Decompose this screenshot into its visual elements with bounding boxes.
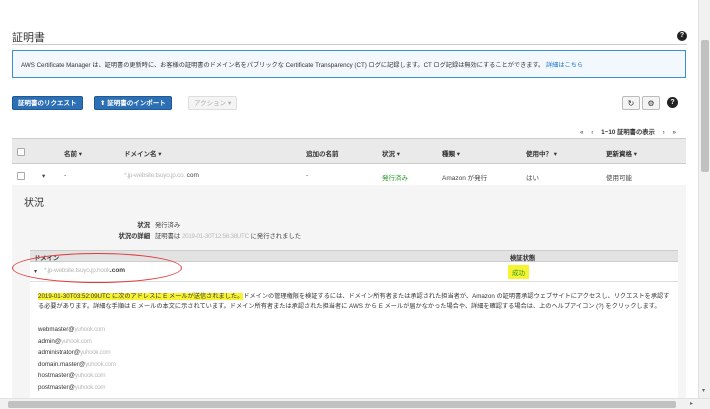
upload-icon: ⬆ — [100, 100, 106, 107]
help-icon[interactable]: ? — [677, 31, 687, 41]
col-additional-names: 追加の名前 — [306, 151, 339, 158]
learn-more-link[interactable]: 詳細はこちら — [546, 62, 583, 69]
info-text: AWS Certificate Manager は、証明書の更新時に、お客様の証… — [21, 62, 545, 69]
list-item: domain.master@yuhook.com — [38, 360, 116, 368]
annotation-ellipse — [12, 253, 182, 283]
vertical-scrollbar[interactable]: ▾ — [698, 0, 710, 398]
vertical-scroll-thumb[interactable] — [701, 40, 709, 172]
status-detail-key-wrap: 状況の詳細 — [30, 231, 150, 240]
col-in-use[interactable]: 使用中？ ▾ — [526, 148, 557, 158]
cell-additional-names: - — [306, 172, 309, 179]
cell-status: 発行済み — [382, 175, 408, 182]
col-type[interactable]: 種類 ▾ — [442, 148, 460, 158]
certificate-detail-panel: 状況 状況 発行済み 状況の詳細 証明書は 2019-01-30T12:56:3… — [12, 185, 686, 409]
table-header: 名前 ▾ ドメイン名 ▾ 追加の名前 状況 ▾ 種類 ▾ 使用中？ ▾ 更新資格… — [12, 138, 686, 164]
scroll-down-icon[interactable]: ▾ — [702, 387, 705, 394]
prev-page-button[interactable]: ‹ — [591, 129, 593, 136]
cell-name: - — [64, 172, 67, 179]
cell-domain: *.jp-website.tsuyo.jp.co. com — [124, 172, 199, 179]
first-page-button[interactable]: « — [580, 129, 584, 136]
list-item: postmaster@yuhook.com — [38, 383, 106, 391]
select-all-checkbox[interactable] — [17, 148, 25, 156]
validation-email-info: 2019-01-30T03:52:09UTC に次のアドレスに E メールが送信… — [30, 282, 678, 409]
status-detail-value: 証明書は 2019-01-30T12:56:38UTC に発行されました — [155, 231, 301, 240]
status-value: 発行済み — [155, 222, 181, 229]
col-status[interactable]: 状況 ▾ — [382, 148, 400, 158]
certificates-table: 名前 ▾ ドメイン名 ▾ 追加の名前 状況 ▾ 種類 ▾ 使用中？ ▾ 更新資格… — [12, 138, 686, 188]
detail-suffix: に発行されました — [250, 233, 301, 240]
email-sent-highlight: 2019-01-30T03:52:09UTC に次のアドレスに E メールが送信… — [38, 293, 244, 300]
col-domain[interactable]: ドメイン名 ▾ — [124, 148, 162, 158]
expand-toggle[interactable]: ▾ — [42, 172, 45, 180]
request-certificate-button[interactable]: 証明書のリクエスト — [12, 96, 83, 110]
horizontal-scroll-thumb[interactable] — [8, 401, 676, 408]
page-title: 証明書 — [12, 32, 45, 44]
col-validation-status: 検証状態 — [510, 255, 536, 262]
validation-message: 2019-01-30T03:52:09UTC に次のアドレスに E メールが送信… — [38, 292, 670, 312]
status-detail-key: 状況の詳細 — [118, 233, 150, 240]
list-item: webmaster@yuhook.com — [38, 326, 105, 333]
ct-logging-info-box: AWS Certificate Manager は、証明書の更新時に、お客様の証… — [12, 50, 686, 78]
settings-icon[interactable]: ⚙ — [642, 96, 660, 110]
next-page-button[interactable]: › — [663, 129, 665, 136]
validation-status-badge: 成功 — [508, 265, 529, 279]
cell-in-use: はい — [526, 175, 539, 182]
certificates-page: 証明書 ? AWS Certificate Manager は、証明書の更新時に… — [0, 0, 698, 409]
toolbar: 証明書のリクエスト ⬆ 証明書のインポート アクション ▾ ↻ ⚙ ? — [12, 96, 686, 110]
col-name[interactable]: 名前 ▾ — [64, 148, 82, 158]
row-checkbox[interactable] — [17, 172, 25, 180]
pagination: « ‹ 1~10 証明書の表示 › » — [574, 127, 676, 136]
status-key-wrap: 状況 — [30, 220, 150, 229]
email-list: webmaster@yuhook.com admin@yuhook.com ad… — [38, 324, 670, 393]
status-section-title: 状況 — [24, 198, 44, 209]
actions-dropdown[interactable]: アクション ▾ — [188, 96, 238, 110]
detail-prefix: 証明書は — [155, 233, 181, 240]
help-icon[interactable]: ? — [667, 97, 678, 108]
redacted-timestamp: 2019-01-30T12:56:38UTC — [181, 233, 249, 240]
import-certificate-button[interactable]: ⬆ 証明書のインポート — [94, 96, 172, 110]
list-item: hostmaster@yuhook.com — [38, 372, 106, 379]
title-row: 証明書 ? — [12, 25, 687, 45]
cell-type: Amazon が発行 — [442, 175, 488, 182]
list-item: administrator@yuhook.com — [38, 349, 111, 356]
col-renewal[interactable]: 更新資格 ▾ — [606, 148, 637, 158]
list-item: admin@yuhook.com — [38, 337, 92, 345]
redacted-domain: *.jp-website.tsuyo.jp.co. — [124, 172, 185, 179]
status-key: 状況 — [137, 222, 150, 229]
cell-renewal: 使用可能 — [606, 175, 632, 182]
import-label: 証明書のインポート — [107, 100, 166, 107]
domain-suffix: com — [186, 172, 199, 179]
last-page-button[interactable]: » — [672, 129, 676, 136]
refresh-icon[interactable]: ↻ — [622, 96, 640, 110]
scroll-right-icon[interactable]: ▸ — [690, 400, 693, 407]
page-range: 1~10 証明書の表示 — [601, 129, 655, 136]
horizontal-scrollbar[interactable]: ▸ — [0, 398, 710, 409]
